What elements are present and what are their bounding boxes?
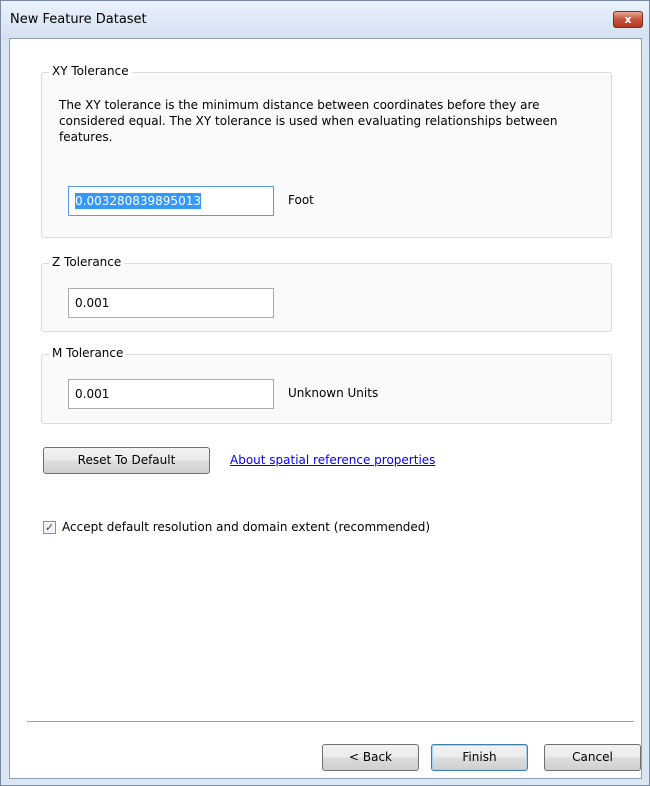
checkmark-icon: ✓ bbox=[44, 521, 55, 534]
accept-default-label[interactable]: Accept default resolution and domain ext… bbox=[62, 520, 430, 534]
z-tolerance-label: Z Tolerance bbox=[49, 255, 125, 269]
z-tolerance-value: 0.001 bbox=[75, 296, 110, 310]
z-tolerance-input[interactable]: 0.001 bbox=[68, 288, 274, 318]
m-tolerance-label: M Tolerance bbox=[49, 346, 127, 360]
xy-tolerance-unit: Foot bbox=[288, 193, 314, 207]
title-bar[interactable]: New Feature Dataset x bbox=[1, 1, 649, 41]
xy-tolerance-input[interactable]: 0.003280839895013 bbox=[68, 186, 274, 216]
back-button[interactable]: < Back bbox=[322, 744, 419, 771]
about-spatial-reference-link[interactable]: About spatial reference properties bbox=[230, 453, 435, 467]
m-tolerance-input[interactable]: 0.001 bbox=[68, 379, 274, 409]
cancel-button[interactable]: Cancel bbox=[544, 744, 641, 771]
m-tolerance-unit: Unknown Units bbox=[288, 386, 379, 400]
footer-separator bbox=[27, 721, 634, 723]
m-tolerance-value: 0.001 bbox=[75, 387, 110, 401]
xy-tolerance-label: XY Tolerance bbox=[49, 64, 132, 78]
accept-default-checkbox[interactable]: ✓ bbox=[43, 521, 56, 534]
m-tolerance-group: M Tolerance 0.001 Unknown Units bbox=[41, 346, 612, 424]
reset-to-default-button[interactable]: Reset To Default bbox=[43, 447, 210, 474]
dialog-window: New Feature Dataset x XY Tolerance The X… bbox=[0, 0, 650, 786]
z-tolerance-group: Z Tolerance 0.001 bbox=[41, 255, 612, 332]
close-button[interactable]: x bbox=[613, 11, 643, 28]
close-icon: x bbox=[624, 13, 632, 26]
dialog-content: XY Tolerance The XY tolerance is the min… bbox=[9, 38, 642, 779]
window-title: New Feature Dataset bbox=[10, 12, 147, 27]
xy-tolerance-value: 0.003280839895013 bbox=[75, 193, 201, 209]
finish-button[interactable]: Finish bbox=[431, 744, 528, 771]
xy-tolerance-description: The XY tolerance is the minimum distance… bbox=[59, 98, 558, 144]
xy-tolerance-group: XY Tolerance The XY tolerance is the min… bbox=[41, 64, 612, 238]
